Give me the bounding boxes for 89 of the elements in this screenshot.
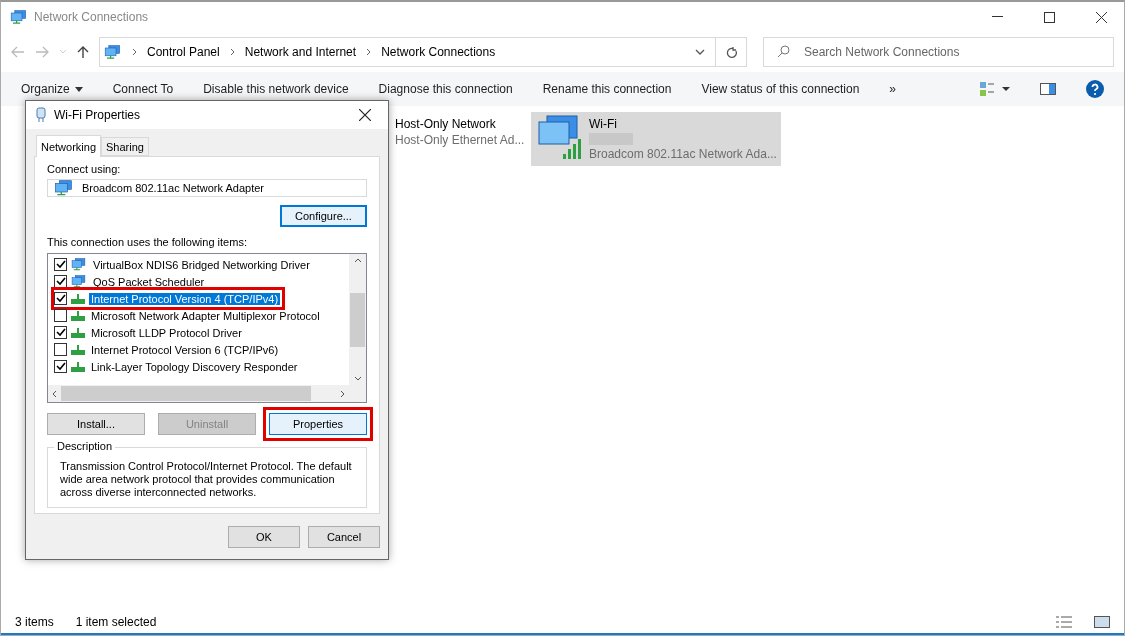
service-icon — [71, 258, 87, 271]
maximize-icon — [1043, 11, 1055, 23]
toolbar-button[interactable]: Organize — [21, 82, 83, 96]
protocol-icon — [71, 310, 85, 321]
connection-tile[interactable]: Wi-Fi Broadcom 802.11ac Network Ada... — [531, 112, 781, 166]
protocol-icon — [71, 293, 85, 304]
list-item[interactable]: Microsoft LLDP Protocol Driver — [54, 324, 246, 341]
adapter-name: Broadcom 802.11ac Network Ada... — [589, 147, 777, 161]
protocol-icon — [71, 327, 85, 338]
checkbox[interactable] — [54, 360, 67, 373]
list-label: This connection uses the following items: — [47, 236, 247, 248]
configure-button[interactable]: Configure... — [280, 205, 367, 227]
scroll-up-icon[interactable] — [353, 258, 362, 263]
scrollbar-thumb[interactable] — [350, 292, 365, 347]
window-icon — [10, 9, 28, 25]
scroll-right-icon[interactable] — [340, 389, 345, 398]
list-item[interactable]: Link-Layer Topology Discovery Responder — [54, 358, 302, 375]
close-icon — [359, 109, 371, 121]
refresh-icon[interactable] — [726, 45, 738, 59]
toolbar-button[interactable]: Connect To — [112, 82, 174, 96]
item-label: Microsoft LLDP Protocol Driver — [90, 326, 243, 339]
adapter-icon — [36, 107, 46, 123]
help-icon[interactable] — [1086, 80, 1104, 98]
up-arrow-icon[interactable] — [77, 45, 89, 59]
search-field[interactable]: Search Network Connections — [763, 37, 1114, 67]
toolbar-button[interactable]: View status of this connection — [701, 82, 860, 96]
breadcrumb-item[interactable]: Control Panel — [147, 45, 220, 59]
group-title: Description — [54, 440, 116, 452]
address-bar[interactable]: Control Panel Network and Internet Network Connections — [99, 37, 747, 67]
tab[interactable]: Sharing — [101, 137, 149, 156]
vertical-scrollbar[interactable] — [349, 254, 366, 385]
item-label: Link-Layer Topology Discovery Responder — [90, 360, 299, 373]
search-icon — [777, 45, 790, 58]
horizontal-scrollbar[interactable] — [48, 385, 349, 402]
item-count: 3 items — [15, 615, 54, 629]
description-text: Transmission Control Protocol/Internet Protocol. The default wide area network protocol that provides communication across diverse interconnected networks. — [60, 460, 353, 499]
minimize-icon — [991, 16, 1003, 18]
window-title: Network Connections — [34, 10, 150, 24]
chevron-right-icon — [132, 48, 137, 56]
scrollbar-thumb[interactable] — [61, 386, 311, 401]
item-label: Internet Protocol Version 4 (TCP/IPv4) — [89, 292, 281, 305]
control-panel-icon — [104, 44, 122, 60]
checkbox[interactable] — [54, 258, 67, 271]
protocol-icon — [71, 344, 85, 355]
large-icons-view-icon[interactable] — [1094, 616, 1110, 628]
action-button[interactable]: Properties — [269, 413, 367, 435]
dialog-button[interactable]: Cancel — [308, 526, 380, 548]
adapter-name: Host-Only Ethernet Ad... — [395, 133, 525, 147]
item-label: VirtualBox NDIS6 Bridged Networking Driver — [92, 258, 311, 271]
toolbar-button[interactable]: Diagnose this connection — [378, 82, 513, 96]
item-label: QoS Packet Scheduler — [92, 275, 206, 288]
breadcrumb-item[interactable]: Network and Internet — [244, 45, 357, 59]
caret-icon — [74, 86, 83, 92]
toolbar-button[interactable]: » — [889, 82, 896, 96]
breadcrumb-item[interactable]: Network Connections — [381, 45, 496, 59]
service-icon — [71, 275, 87, 288]
toolbar-button[interactable]: Rename this connection — [542, 82, 672, 96]
protocol-icon — [71, 361, 85, 372]
checkbox[interactable] — [54, 292, 67, 305]
wifi-network-icon — [535, 114, 583, 160]
connection-name: Host-Only Network — [395, 117, 497, 131]
scroll-down-icon[interactable] — [353, 376, 362, 381]
toolbar-button[interactable]: Disable this network device — [203, 82, 349, 96]
tab[interactable]: Networking — [36, 135, 102, 157]
dialog-title: Wi-Fi Properties — [54, 108, 141, 122]
chevron-right-icon — [229, 48, 235, 56]
adapter-name: Broadcom 802.11ac Network Adapter — [82, 182, 264, 194]
checkbox[interactable] — [54, 309, 67, 322]
list-item[interactable]: QoS Packet Scheduler — [54, 273, 209, 290]
list-item[interactable]: Internet Protocol Version 4 (TCP/IPv4) — [54, 290, 283, 307]
checkbox[interactable] — [54, 326, 67, 339]
item-label: Internet Protocol Version 6 (TCP/IPv6) — [90, 343, 280, 356]
chevron-down-icon[interactable] — [695, 49, 705, 55]
preview-pane-icon[interactable] — [1040, 83, 1056, 95]
connection-name: Wi-Fi — [589, 117, 618, 131]
chevron-right-icon — [366, 48, 372, 56]
field-label: Connect using: — [47, 163, 122, 175]
item-label: Microsoft Network Adapter Multiplexor Protocol — [90, 309, 321, 322]
action-button[interactable]: Install... — [47, 413, 145, 435]
list-item[interactable]: VirtualBox NDIS6 Bridged Networking Driver — [54, 256, 314, 273]
checkbox[interactable] — [54, 343, 67, 356]
close-icon — [1095, 11, 1107, 23]
view-options-icon[interactable] — [980, 82, 1010, 96]
list-item[interactable]: Internet Protocol Version 6 (TCP/IPv6) — [54, 341, 283, 358]
scroll-left-icon[interactable] — [52, 389, 57, 398]
selection-count: 1 item selected — [75, 615, 157, 629]
list-item[interactable]: Microsoft Network Adapter Multiplexor Protocol — [54, 307, 324, 324]
network-adapter-icon — [54, 180, 74, 196]
dialog-button[interactable]: OK — [228, 526, 300, 548]
